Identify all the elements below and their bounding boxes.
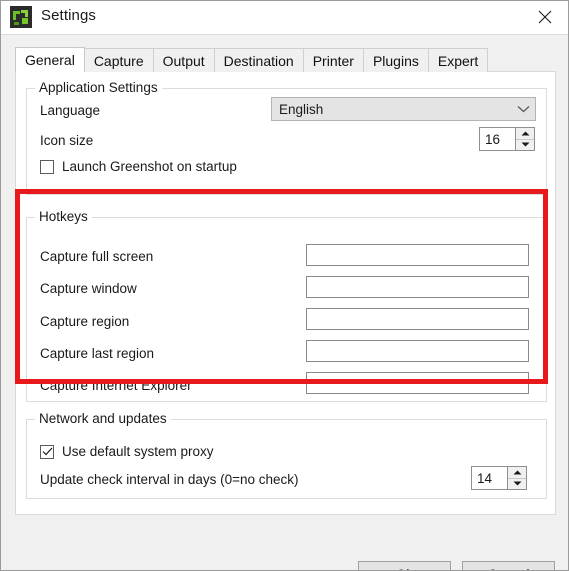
- group-application-settings-legend: Application Settings: [35, 80, 162, 95]
- group-network-and-updates-legend: Network and updates: [35, 411, 171, 426]
- checkbox-unchecked-icon: [40, 159, 54, 174]
- hotkey-input-capture-window[interactable]: [306, 276, 529, 298]
- tab-printer-label: Printer: [312, 52, 354, 69]
- stepper-up-icon[interactable]: [508, 467, 526, 479]
- stepper-down-icon[interactable]: [508, 479, 526, 490]
- tab-expert-label: Expert: [437, 52, 479, 69]
- tab-general-label: General: [25, 52, 75, 68]
- hotkey-label-capture-internet-explorer: Capture Internet Explorer: [40, 378, 192, 393]
- checkbox-checked-icon: [40, 444, 54, 459]
- hotkey-input-capture-full-screen[interactable]: [306, 244, 529, 266]
- tab-plugins-label: Plugins: [372, 52, 419, 69]
- hotkey-input-capture-region[interactable]: [306, 308, 529, 330]
- dialog-client-area: General Capture Output Destination Print…: [1, 34, 568, 570]
- launch-on-startup-checkbox[interactable]: Launch Greenshot on startup: [40, 159, 237, 174]
- language-combobox[interactable]: English: [271, 97, 536, 121]
- update-check-interval-stepper-buttons[interactable]: [507, 467, 526, 489]
- stepper-up-icon[interactable]: [516, 128, 534, 140]
- hotkey-label-capture-window: Capture window: [40, 281, 137, 296]
- use-default-system-proxy-label: Use default system proxy: [62, 444, 214, 459]
- use-default-system-proxy-checkbox[interactable]: Use default system proxy: [40, 444, 214, 459]
- tab-printer[interactable]: Printer: [302, 48, 364, 72]
- group-hotkeys-legend: Hotkeys: [35, 209, 92, 224]
- ok-button[interactable]: Ok: [358, 561, 451, 570]
- update-check-interval-label: Update check interval in days (0=no chec…: [40, 472, 299, 487]
- chevron-down-icon: [511, 105, 535, 113]
- hotkey-label-capture-last-region: Capture last region: [40, 346, 155, 361]
- greenshot-app-icon: [10, 6, 32, 28]
- icon-size-stepper[interactable]: 16: [479, 127, 535, 151]
- settings-window: Settings General Capture Output Destinat…: [0, 0, 569, 571]
- tab-plugins[interactable]: Plugins: [362, 48, 429, 72]
- stepper-down-icon[interactable]: [516, 140, 534, 151]
- tab-panel-general: Application Settings Language English Ic…: [15, 71, 556, 515]
- close-icon[interactable]: [522, 1, 568, 33]
- tab-capture[interactable]: Capture: [83, 48, 154, 72]
- icon-size-label: Icon size: [40, 133, 94, 148]
- titlebar: Settings: [1, 1, 568, 34]
- tab-output[interactable]: Output: [152, 48, 215, 72]
- tab-general[interactable]: General: [15, 47, 85, 72]
- icon-size-stepper-buttons[interactable]: [515, 128, 534, 150]
- tab-capture-label: Capture: [93, 52, 144, 69]
- cancel-button[interactable]: Cancel: [462, 561, 555, 570]
- window-title: Settings: [41, 7, 96, 24]
- tab-destination-label: Destination: [223, 52, 294, 69]
- tab-strip: General Capture Output Destination Print…: [15, 47, 489, 72]
- hotkey-input-capture-internet-explorer[interactable]: [306, 372, 529, 394]
- launch-on-startup-label: Launch Greenshot on startup: [62, 159, 237, 174]
- update-check-interval-stepper[interactable]: 14: [471, 466, 527, 490]
- group-network-and-updates: Network and updates: [26, 411, 547, 499]
- tab-output-label: Output: [162, 52, 205, 69]
- language-label: Language: [40, 103, 101, 118]
- hotkey-label-capture-full-screen: Capture full screen: [40, 249, 154, 264]
- ok-button-label: Ok: [396, 567, 413, 570]
- language-combobox-value: English: [279, 101, 324, 117]
- tab-expert[interactable]: Expert: [427, 48, 489, 72]
- update-check-interval-value: 14: [477, 470, 493, 486]
- hotkey-input-capture-last-region[interactable]: [306, 340, 529, 362]
- tab-destination[interactable]: Destination: [213, 48, 304, 72]
- hotkey-label-capture-region: Capture region: [40, 314, 130, 329]
- icon-size-value: 16: [485, 131, 501, 147]
- cancel-button-label: Cancel: [487, 567, 529, 570]
